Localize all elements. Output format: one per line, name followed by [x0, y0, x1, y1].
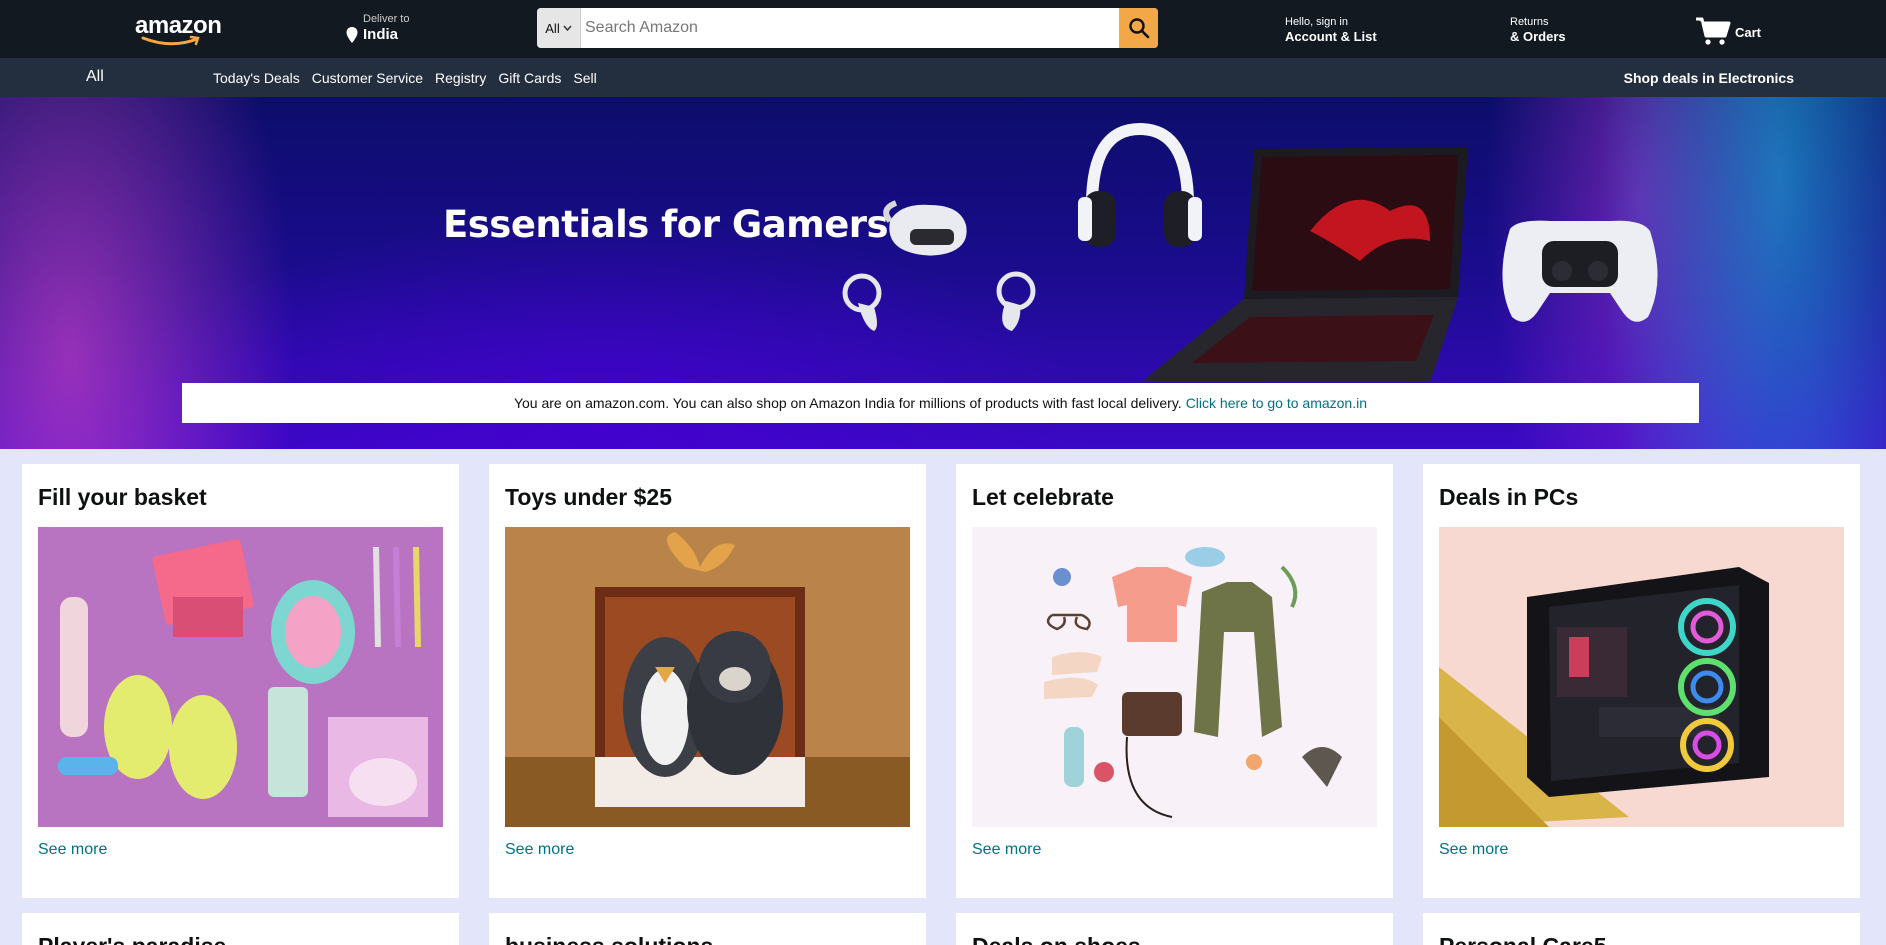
card-image[interactable]: [38, 527, 443, 827]
deliver-location: India: [363, 26, 399, 43]
returns-orders-link[interactable]: Returns & Orders: [1510, 16, 1566, 44]
card-fill-your-basket: Fill your basket See more: [22, 464, 459, 898]
see-more-link[interactable]: See more: [972, 841, 1041, 859]
card-toys-under-25: Toys under $25 See more: [489, 464, 926, 898]
see-more-link[interactable]: See more: [1439, 841, 1508, 859]
nav-link-todays-deals[interactable]: Today's Deals: [213, 70, 300, 86]
account-label: Account & List: [1285, 29, 1377, 44]
secondary-navbar: All Today's Deals Customer Service Regis…: [0, 58, 1886, 97]
card-business-solutions: business solutions: [489, 913, 926, 945]
headphones-icon: [1078, 122, 1202, 247]
card-title: Fill your basket: [38, 484, 207, 510]
nav-link-registry[interactable]: Registry: [435, 70, 486, 86]
search-category-label: All: [545, 20, 560, 36]
card-title: business solutions: [505, 933, 910, 945]
electronics-deals-link[interactable]: Shop deals in Electronics: [1624, 70, 1794, 86]
gamepad-icon: [1502, 220, 1658, 322]
vr-headset-icon: [883, 200, 967, 256]
easter-basket-image: [38, 527, 443, 827]
card-personal-care: Personal Care5: [1423, 913, 1860, 945]
hero-title: Essentials for Gamers: [443, 203, 889, 246]
region-notice-text: You are on amazon.com. You can also shop…: [513, 395, 1182, 411]
all-menu-button[interactable]: All: [86, 68, 104, 86]
card-let-celebrate: Let celebrate See more: [956, 464, 1393, 898]
cart-label: Cart: [1735, 25, 1762, 40]
gaming-pc-image: [1439, 527, 1844, 827]
search-button[interactable]: [1119, 8, 1158, 48]
card-title: Let celebrate: [972, 484, 1114, 510]
account-menu[interactable]: Hello, sign in Account & List: [1285, 16, 1377, 44]
vr-controller-left-icon: [842, 273, 882, 331]
orders-label: & Orders: [1510, 29, 1566, 44]
card-deals-in-pcs: Deals in PCs See more: [1423, 464, 1860, 898]
deliver-label: Deliver to: [363, 13, 410, 25]
search-icon: [1128, 18, 1149, 39]
region-notice: You are on amazon.com. You can also shop…: [182, 383, 1699, 423]
cart-button[interactable]: Cart: [1695, 12, 1761, 46]
account-greeting: Hello, sign in: [1285, 16, 1348, 28]
chevron-down-icon: [563, 25, 572, 31]
cart-icon: [1696, 17, 1731, 45]
vr-controller-right-icon: [996, 271, 1036, 331]
search-bar: All: [537, 8, 1158, 48]
card-players-paradise: Player's paradise: [22, 913, 459, 945]
search-category-dropdown[interactable]: All: [537, 8, 581, 48]
card-deals-on-shoes: Deals on shoes: [956, 913, 1393, 945]
card-title: Personal Care5: [1439, 933, 1844, 945]
nav-link-customer-service[interactable]: Customer Service: [312, 70, 423, 86]
top-navbar: amazon Deliver to India All Hello, sign …: [0, 0, 1886, 58]
card-title: Player's paradise: [38, 933, 443, 945]
logo-smile-icon: [141, 35, 200, 46]
card-title: Deals in PCs: [1439, 484, 1579, 510]
nav-link-gift-cards[interactable]: Gift Cards: [498, 70, 561, 86]
card-image[interactable]: [505, 527, 910, 827]
card-title: Toys under $25: [505, 484, 673, 510]
see-more-link[interactable]: See more: [505, 841, 574, 859]
returns-label: Returns: [1510, 16, 1549, 28]
card-image[interactable]: [972, 527, 1377, 827]
search-input[interactable]: [581, 8, 1119, 48]
amazon-logo[interactable]: amazon: [135, 14, 222, 46]
amazon-india-link[interactable]: Click here to go to amazon.in: [1186, 395, 1367, 411]
nav-link-sell[interactable]: Sell: [573, 70, 596, 86]
fashion-collage-image: [972, 527, 1377, 827]
card-image[interactable]: [1439, 527, 1844, 827]
gaming-products-image: [842, 122, 1658, 381]
nav-links: Today's Deals Customer Service Registry …: [213, 70, 609, 86]
location-pin-icon: [346, 27, 358, 43]
plush-toys-image: [505, 527, 910, 827]
card-title: Deals on shoes: [972, 933, 1377, 945]
see-more-link[interactable]: See more: [38, 841, 107, 859]
hero-banner[interactable]: Essentials for Gamers You are on amazon.…: [0, 97, 1886, 449]
